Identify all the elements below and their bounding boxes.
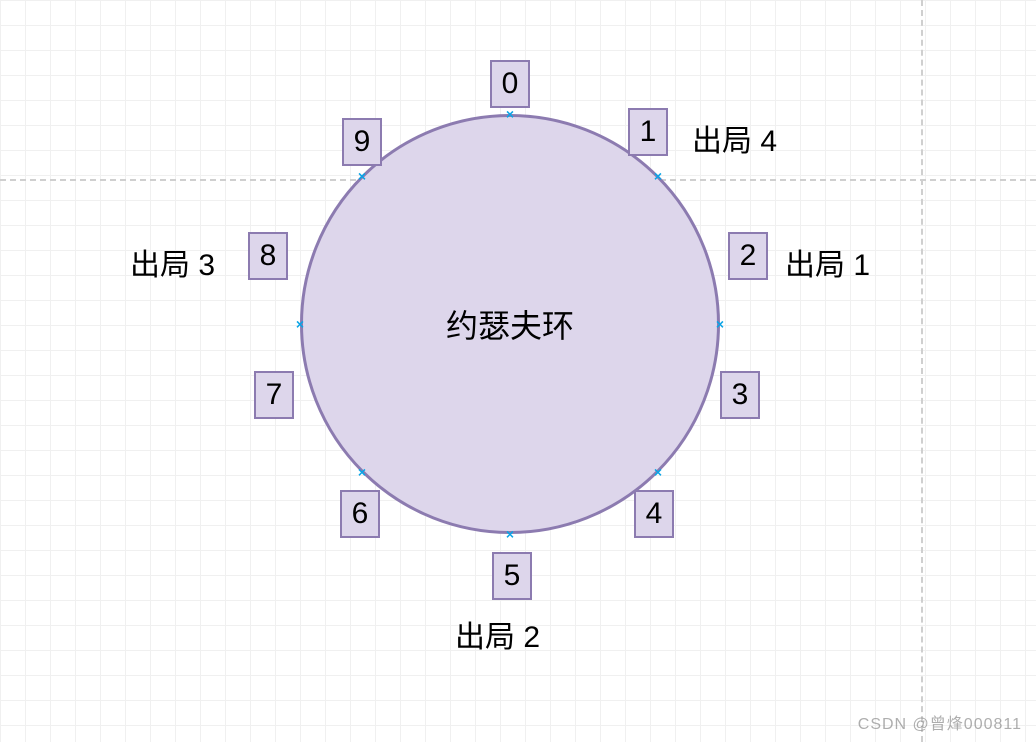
node-label: 7 (266, 378, 283, 412)
node-label: 5 (504, 559, 521, 593)
handle-n: × (505, 109, 515, 119)
annotation-node8: 出局 3 (130, 240, 215, 284)
handle-ne: × (653, 171, 663, 181)
handle-nw: × (357, 171, 367, 181)
node-label: 6 (352, 497, 369, 531)
node-5: 5 (492, 552, 532, 600)
node-label: 4 (646, 497, 663, 531)
handle-s: × (505, 529, 515, 539)
node-label: 1 (640, 115, 657, 149)
annotation-node5: 出局 2 (455, 612, 540, 656)
node-2: 2 (728, 232, 768, 280)
node-7: 7 (254, 371, 294, 419)
annotation-node1: 出局 4 (692, 116, 777, 160)
node-label: 9 (354, 125, 371, 159)
node-3: 3 (720, 371, 760, 419)
handle-se: × (653, 467, 663, 477)
node-1: 1 (628, 108, 668, 156)
annotation-node2: 出局 1 (785, 240, 870, 284)
node-4: 4 (634, 490, 674, 538)
diagram-canvas: 约瑟夫环 × × × × × × × × 0 1 2 3 4 5 6 7 8 9… (0, 0, 1036, 742)
handle-sw: × (357, 467, 367, 477)
node-label: 0 (502, 67, 519, 101)
watermark: CSDN @曾烽000811 (858, 710, 1022, 734)
node-label: 2 (740, 239, 757, 273)
circle-label: 约瑟夫环 (446, 301, 574, 347)
handle-e: × (715, 319, 725, 329)
node-label: 8 (260, 239, 277, 273)
handle-w: × (295, 319, 305, 329)
node-8: 8 (248, 232, 288, 280)
node-label: 3 (732, 378, 749, 412)
node-9: 9 (342, 118, 382, 166)
node-6: 6 (340, 490, 380, 538)
node-0: 0 (490, 60, 530, 108)
